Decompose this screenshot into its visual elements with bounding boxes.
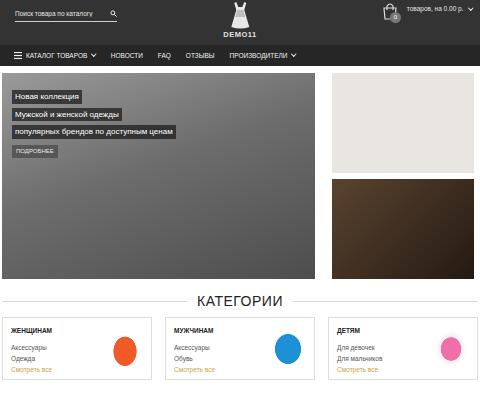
dropdown-caret-icon (468, 5, 473, 10)
category-title[interactable]: МУЖЧИНАМ (174, 326, 215, 336)
side-banners (332, 73, 474, 279)
dropdown-caret-icon (292, 52, 297, 57)
banner-area: Новая коллекция Мужской и женской одежды п… (0, 73, 480, 279)
category-link[interactable]: Для девочек (337, 342, 382, 353)
kids-banner[interactable] (332, 73, 474, 173)
see-all-link[interactable]: Смотреть все (174, 364, 215, 375)
nav-label[interactable]: ОТЗЫВЫ (186, 51, 215, 61)
category-links: ДЕТЯМ Для девочекДля мальчиковСмотреть вс… (337, 326, 382, 375)
heading-rule (293, 301, 478, 302)
category-picture[interactable] (105, 326, 145, 372)
logo-text[interactable]: DEMO11 (223, 31, 256, 39)
category-links: ЖЕНЩИНАМ АксессуарыОдеждаСмотреть все (11, 326, 52, 375)
logo[interactable]: DEMO11 (223, 0, 256, 39)
search-icon[interactable] (110, 10, 117, 17)
category-title[interactable]: ЖЕНЩИНАМ (11, 326, 52, 336)
category-card: ЖЕНЩИНАМ АксессуарыОдеждаСмотреть все (2, 317, 152, 380)
dress-icon (227, 1, 253, 31)
nav-item[interactable]: КАТАЛОГ ТОВАРОВ (14, 51, 96, 61)
nav-item[interactable]: НОВОСТИ (111, 51, 143, 61)
search-input[interactable] (15, 9, 106, 19)
categories-heading: КАТЕГОРИИ (2, 294, 478, 309)
banner-text: популярных брендов по доступным ценам (12, 125, 176, 139)
main-nav: КАТАЛОГ ТОВАРОВ НОВОСТИ FAQ ОТЗЫВЫ ПРОИЗВОДИ… (0, 45, 480, 66)
search-field (15, 9, 117, 22)
category-links: МУЖЧИНАМ АксессуарыОбувьСмотреть все (174, 326, 215, 375)
category-picture[interactable] (431, 326, 471, 372)
category-card: МУЖЧИНАМ АксессуарыОбувьСмотреть все (165, 317, 315, 380)
bag-banner[interactable] (332, 179, 474, 279)
nav-item[interactable]: ОТЗЫВЫ (186, 51, 215, 61)
banner-text: Новая коллекция (12, 90, 82, 104)
cart-summary[interactable]: товаров, на 0.00 р. (407, 4, 472, 14)
nav-label[interactable]: НОВОСТИ (111, 51, 143, 61)
nav-label[interactable]: ПРОИЗВОДИТЕЛИ (230, 51, 288, 61)
category-link[interactable]: Аксессуары (11, 342, 52, 353)
cart-button[interactable]: 0 (381, 2, 401, 24)
see-all-link[interactable]: Смотреть все (337, 364, 382, 375)
nav-item[interactable]: FAQ (158, 51, 171, 61)
heading-rule (2, 301, 187, 302)
site-header: DEMO11 0 товаров, на 0.00 р. (0, 0, 480, 45)
nav-label[interactable]: FAQ (158, 51, 171, 61)
details-button[interactable]: ПОДРОБНЕЕ (12, 145, 58, 158)
cart[interactable]: 0 товаров, на 0.00 р. (381, 2, 472, 24)
category-link[interactable]: Аксессуары (174, 342, 215, 353)
dropdown-caret-icon (92, 52, 97, 57)
banner-text: Мужской и женской одежды (12, 108, 122, 122)
categories-title: КАТЕГОРИИ (197, 294, 283, 309)
cart-count-badge: 0 (390, 12, 401, 23)
category-picture[interactable] (268, 326, 308, 372)
nav-item[interactable]: ПРОИЗВОДИТЕЛИ (230, 51, 296, 61)
nav-label[interactable]: КАТАЛОГ ТОВАРОВ (26, 51, 87, 61)
category-link[interactable]: Для мальчиков (337, 353, 382, 364)
see-all-link[interactable]: Смотреть все (11, 364, 52, 375)
main-banner[interactable]: Новая коллекция Мужской и женской одежды п… (2, 73, 315, 279)
category-card: ДЕТЯМ Для девочекДля мальчиковСмотреть вс… (328, 317, 478, 380)
category-link[interactable]: Одежда (11, 353, 52, 364)
menu-icon (14, 52, 22, 59)
category-title[interactable]: ДЕТЯМ (337, 326, 382, 336)
category-link[interactable]: Обувь (174, 353, 215, 364)
category-cards: ЖЕНЩИНАМАксессуарыОдеждаСмотреть всеМУЖЧ… (0, 317, 480, 380)
